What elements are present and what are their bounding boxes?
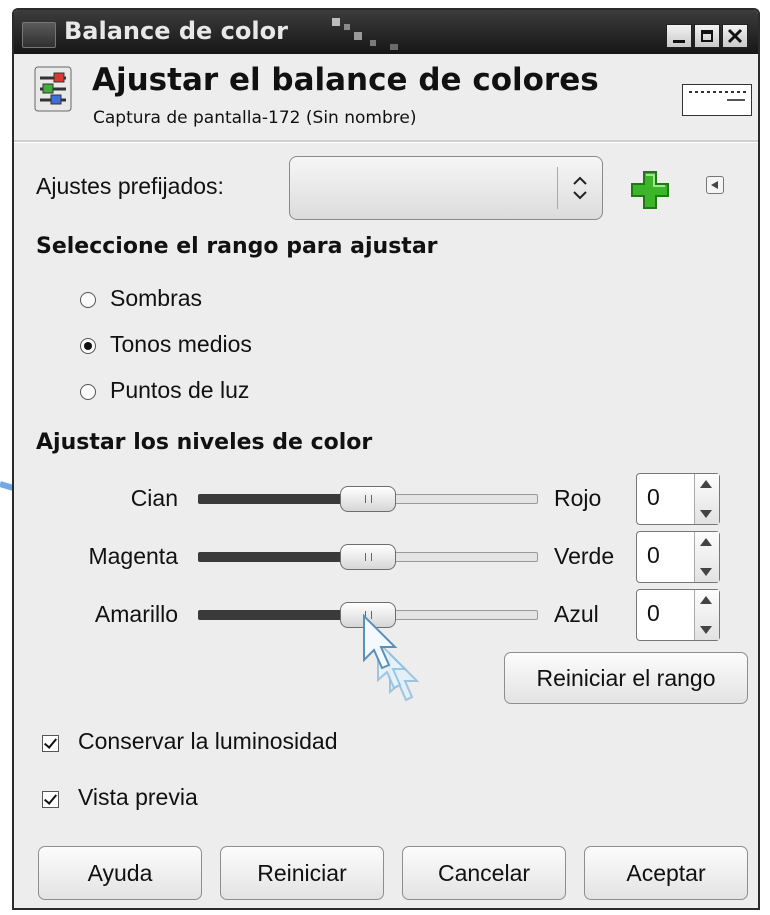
preset-menu-arrow-icon[interactable] — [706, 176, 724, 194]
cancel-button[interactable]: Cancelar — [402, 846, 566, 900]
presets-combo[interactable] — [289, 156, 603, 220]
radio-shadows-label[interactable]: Sombras — [110, 285, 202, 312]
spin-buttons[interactable] — [694, 590, 719, 640]
green-label: Verde — [554, 543, 615, 569]
magenta-green-spinbox[interactable]: 0 — [636, 531, 720, 583]
magenta-green-value[interactable]: 0 — [647, 542, 660, 569]
range-heading: Seleccione el rango para ajustar — [36, 234, 438, 259]
cyan-red-spinbox[interactable]: 0 — [636, 473, 720, 525]
cyan-label: Cian — [130, 485, 178, 511]
magenta-green-slider[interactable] — [198, 544, 538, 570]
preserve-luminosity-checkbox[interactable] — [42, 735, 59, 752]
radio-highlights-label[interactable]: Puntos de luz — [110, 377, 249, 404]
levels-heading: Ajustar los niveles de color — [36, 430, 373, 455]
maximize-button[interactable] — [694, 24, 720, 48]
color-balance-icon — [34, 66, 72, 112]
cyan-red-value[interactable]: 0 — [647, 484, 660, 511]
image-preview-thumbnail — [682, 84, 752, 116]
image-name: Captura de pantalla-172 (Sin nombre) — [93, 108, 417, 128]
cyan-red-slider[interactable] — [198, 486, 538, 512]
slider-knob[interactable] — [340, 486, 396, 512]
presets-label: Ajustes prefijados: — [36, 173, 224, 199]
updown-chevron-icon — [573, 176, 587, 200]
close-icon — [727, 28, 743, 44]
red-label: Rojo — [554, 485, 602, 511]
reset-button[interactable]: Reiniciar — [220, 846, 384, 900]
preview-label[interactable]: Vista previa — [78, 784, 198, 811]
preserve-luminosity-label[interactable]: Conservar la luminosidad — [78, 728, 338, 755]
color-balance-dialog: Balance de color Ajustar el balance de c… — [12, 8, 760, 910]
radio-midtones[interactable] — [80, 338, 96, 354]
help-button[interactable]: Ayuda — [38, 846, 202, 900]
window-title: Balance de color — [64, 17, 288, 45]
preview-checkbox[interactable] — [42, 791, 59, 808]
ok-button[interactable]: Aceptar — [584, 846, 748, 900]
yellow-label: Amarillo — [94, 601, 178, 627]
radio-shadows[interactable] — [80, 292, 96, 308]
blue-label: Azul — [554, 601, 599, 627]
radio-midtones-label[interactable]: Tonos medios — [110, 331, 252, 358]
reset-range-button[interactable]: Reiniciar el rango — [504, 652, 748, 704]
close-button[interactable] — [722, 24, 748, 48]
header-separator — [14, 140, 758, 143]
slider-knob[interactable] — [340, 544, 396, 570]
yellow-blue-value[interactable]: 0 — [647, 600, 660, 627]
add-preset-icon[interactable] — [628, 168, 672, 212]
magenta-label: Magenta — [88, 543, 178, 569]
spin-buttons[interactable] — [694, 474, 719, 524]
title-bar: Balance de color — [14, 10, 758, 54]
window-menu-button[interactable] — [22, 22, 56, 48]
yellow-blue-spinbox[interactable]: 0 — [636, 589, 720, 641]
spin-buttons[interactable] — [694, 532, 719, 582]
dialog-title: Ajustar el balance de colores — [92, 62, 599, 98]
minimize-button[interactable] — [666, 24, 692, 48]
mouse-cursor-icon — [363, 613, 420, 702]
radio-highlights[interactable] — [80, 384, 96, 400]
